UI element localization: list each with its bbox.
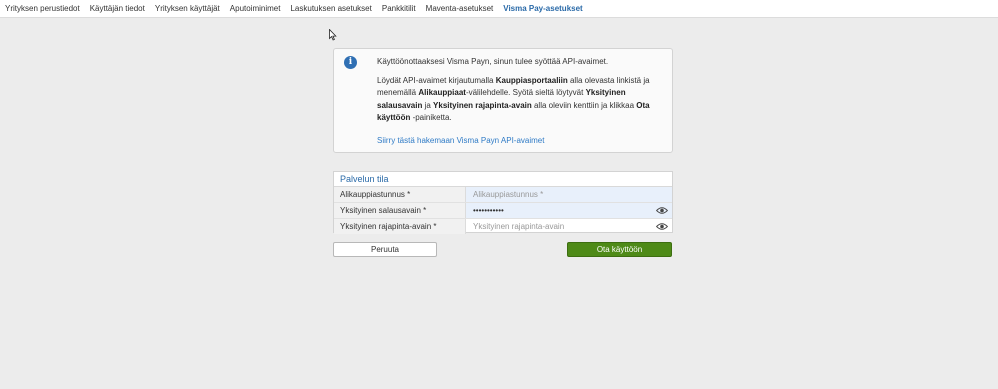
info-text: Käyttöönottaaksesi Visma Payn, sinun tul… bbox=[377, 56, 667, 125]
tab-kayttajan-tiedot[interactable]: Käyttäjän tiedot bbox=[90, 4, 145, 13]
tab-maventa-asetukset[interactable]: Maventa-asetukset bbox=[426, 4, 494, 13]
field-container bbox=[466, 187, 672, 202]
info-instructions: Löydät API-avaimet kirjautumalla Kauppia… bbox=[377, 75, 667, 125]
tab-aputoiminimet[interactable]: Aputoiminimet bbox=[230, 4, 281, 13]
rajapinta-avain-input[interactable] bbox=[466, 219, 672, 234]
cancel-button[interactable]: Peruuta bbox=[333, 242, 437, 257]
info-text-part: -painiketta. bbox=[410, 113, 452, 122]
info-text-part: -välilehdelle. Syötä sieltä löytyvät bbox=[465, 88, 586, 97]
info-bold-kauppiasportaali: Kauppiasportaaliin bbox=[495, 75, 568, 85]
tab-pankkitilit[interactable]: Pankkitilit bbox=[382, 4, 416, 13]
info-text-part: ja bbox=[422, 100, 434, 110]
info-intro: Käyttöönottaaksesi Visma Payn, sinun tul… bbox=[377, 57, 609, 66]
info-text-part: Löydät API-avaimet kirjautumalla bbox=[377, 75, 496, 85]
info-bold-rajapinta-avain: Yksityinen rajapinta-avain bbox=[433, 100, 532, 110]
tab-yrityksen-perustiedot[interactable]: Yrityksen perustiedot bbox=[5, 4, 80, 13]
info-box: i Käyttöönottaaksesi Visma Payn, sinun t… bbox=[333, 48, 673, 153]
top-navigation: Yrityksen perustiedot Käyttäjän tiedot Y… bbox=[0, 0, 998, 18]
field-label: Alikauppiastunnus * bbox=[334, 187, 466, 202]
tab-yrityksen-kayttajat[interactable]: Yrityksen käyttäjät bbox=[155, 4, 220, 13]
form-row-salausavain: Yksityinen salausavain * bbox=[334, 203, 672, 219]
field-label: Yksityinen salausavain * bbox=[334, 203, 466, 218]
info-text-part: alla oleviin kenttiin ja klikkaa bbox=[531, 100, 637, 110]
eye-icon[interactable] bbox=[656, 222, 668, 231]
api-keys-link[interactable]: Siirry tästä hakemaan Visma Payn API-ava… bbox=[377, 136, 544, 145]
field-container bbox=[466, 203, 672, 218]
service-status-panel: Palvelun tila Alikauppiastunnus * Yksity… bbox=[333, 171, 673, 234]
field-container bbox=[466, 219, 672, 234]
eye-icon[interactable] bbox=[656, 206, 668, 215]
form-row-rajapinta-avain: Yksityinen rajapinta-avain * bbox=[334, 219, 672, 234]
tab-laskutuksen-asetukset[interactable]: Laskutuksen asetukset bbox=[290, 4, 371, 13]
mouse-cursor-icon bbox=[329, 29, 337, 41]
info-bold-alikauppiaat: Alikauppiaat bbox=[418, 88, 466, 97]
salausavain-input[interactable] bbox=[466, 203, 672, 218]
enable-button[interactable]: Ota käyttöön bbox=[567, 242, 672, 257]
form-row-alikauppiastunnus: Alikauppiastunnus * bbox=[334, 187, 672, 203]
tab-visma-pay-asetukset[interactable]: Visma Pay-asetukset bbox=[503, 4, 582, 13]
info-icon: i bbox=[344, 56, 357, 69]
panel-title: Palvelun tila bbox=[334, 172, 672, 187]
alikauppiastunnus-input[interactable] bbox=[466, 187, 672, 202]
field-label: Yksityinen rajapinta-avain * bbox=[334, 219, 466, 234]
